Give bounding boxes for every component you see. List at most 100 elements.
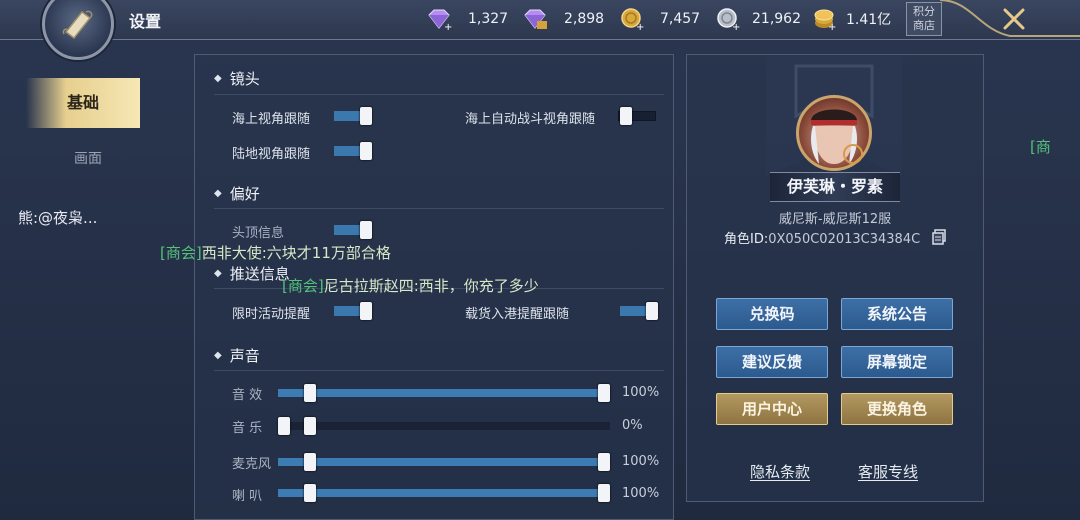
coin-stack-icon: + [814, 9, 836, 30]
sfx-slider[interactable] [278, 384, 610, 402]
section-sound: ◆ 声音 [214, 345, 260, 366]
server-name: 威尼斯-威尼斯12服 [778, 212, 892, 227]
section-title: 镜头 [229, 70, 260, 88]
svg-text:+: + [636, 22, 644, 30]
currency-silver-coin[interactable]: + 21,962 [716, 8, 801, 30]
silver-coin-icon: + [717, 8, 740, 30]
chat-message[interactable]: [商会]尼古拉斯赵四:西非，你充了多少 [282, 275, 539, 296]
sea-follow-label: 海上视角跟随 [232, 112, 311, 127]
chat-text: 西非大使:六块才11万部合格 [201, 244, 391, 262]
slider-fill [278, 389, 604, 397]
slider-fill [278, 458, 604, 466]
slider-track [278, 422, 610, 430]
close-button[interactable] [994, 4, 1034, 34]
music-percent: 0% [622, 418, 643, 433]
settings-emblem [42, 0, 114, 60]
limited-event-label: 限时活动提醒 [232, 307, 311, 322]
currency-coin-stack[interactable]: + 1.41亿 [812, 8, 891, 30]
tab-basic[interactable]: 基础 [26, 78, 140, 128]
speaker-percent: 100% [622, 486, 660, 501]
close-icon [1003, 8, 1025, 30]
diamond-bullet-icon: ◆ [214, 268, 222, 279]
user-center-button[interactable]: 用户中心 [716, 393, 828, 425]
land-follow-toggle[interactable] [334, 142, 372, 160]
speaker-label: 喇 叭 [232, 489, 263, 504]
role-id: 角色ID:0X050C02013C34384C [724, 228, 920, 247]
character-name: 伊芙琳・罗素 [770, 172, 900, 202]
points-shop-button[interactable]: 积分 商店 [906, 2, 942, 36]
section-title: 推送信息 [229, 265, 290, 283]
slider-min-knob [304, 453, 316, 471]
slider-knob[interactable] [598, 453, 610, 471]
support-hotline-link[interactable]: 客服专线 [858, 461, 918, 482]
guild-tag: [商会] [282, 277, 324, 295]
currency-value: 2,898 [564, 11, 605, 27]
currency-bound-diamond[interactable]: 2,898 [522, 8, 604, 30]
section-preference: ◆ 偏好 [214, 183, 260, 204]
currency-value: 1.41亿 [846, 12, 892, 28]
section-title: 声音 [229, 347, 260, 365]
head-info-toggle[interactable] [334, 221, 372, 239]
guild-tag: [商会] [160, 244, 202, 262]
limited-event-toggle[interactable] [334, 302, 372, 320]
toggle-knob [360, 107, 372, 125]
feedback-button[interactable]: 建议反馈 [716, 346, 828, 378]
privacy-link[interactable]: 隐私条款 [750, 461, 810, 482]
currency-gold-coin[interactable]: + 7,457 [620, 8, 700, 30]
copy-icon[interactable] [932, 229, 946, 245]
redeem-code-button[interactable]: 兑换码 [716, 298, 828, 330]
slider-min-knob [304, 484, 316, 502]
slider-fill [278, 489, 604, 497]
speaker-slider[interactable] [278, 484, 610, 502]
role-id-label: 角色ID: [724, 232, 769, 247]
slider-knob[interactable] [278, 417, 290, 435]
slider-knob[interactable] [598, 484, 610, 502]
svg-text:+: + [732, 22, 740, 30]
toggle-knob [360, 302, 372, 320]
chat-text: 尼古拉斯赵四:西非，你充了多少 [323, 277, 539, 295]
mic-label: 麦克风 [232, 457, 272, 472]
auto-battle-follow-label: 海上自动战斗视角跟随 [465, 112, 596, 127]
land-follow-label: 陆地视角跟随 [232, 147, 311, 162]
section-camera: ◆ 镜头 [214, 68, 260, 89]
sea-follow-toggle[interactable] [334, 107, 372, 125]
currency-value: 1,327 [468, 11, 509, 27]
character-portrait[interactable] [796, 95, 872, 171]
head-info-label: 头顶信息 [232, 226, 285, 241]
slider-min-knob [304, 384, 316, 402]
shop-label-line1: 积分 [913, 5, 935, 18]
mic-percent: 100% [622, 454, 660, 469]
character-avatar [811, 109, 863, 164]
system-notice-button[interactable]: 系统公告 [841, 298, 953, 330]
role-id-value: 0X050C02013C34384C [768, 232, 921, 247]
diamond-bullet-icon: ◆ [214, 188, 222, 199]
currency-value: 21,962 [752, 11, 801, 27]
sfx-label: 音 效 [232, 388, 263, 403]
mic-slider[interactable] [278, 453, 610, 471]
auto-battle-follow-toggle[interactable] [618, 107, 656, 125]
page-title: 设置 [129, 12, 162, 31]
slider-knob[interactable] [598, 384, 610, 402]
sfx-percent: 100% [622, 385, 660, 400]
svg-text:+: + [828, 22, 836, 30]
cargo-port-toggle[interactable] [620, 302, 658, 320]
chat-message[interactable]: [商会]西非大使:六块才11万部合格 [160, 242, 391, 263]
music-label: 音 乐 [232, 421, 263, 436]
currency-value: 7,457 [660, 11, 701, 27]
toggle-knob [360, 142, 372, 160]
screen-lock-button[interactable]: 屏幕锁定 [841, 346, 953, 378]
svg-text:+: + [444, 22, 452, 30]
scroll-icon [62, 10, 93, 40]
currency-purple-diamond[interactable]: + 1,327 [426, 8, 508, 30]
chat-message-left: 熊:@夜枭... [18, 209, 98, 227]
slider-min-knob [304, 417, 316, 435]
cargo-port-label: 载货入港提醒跟随 [465, 307, 570, 322]
music-slider[interactable] [278, 417, 610, 435]
section-push: ◆ 推送信息 [214, 263, 290, 284]
divider [214, 208, 664, 209]
chat-message-right: [商 [1030, 138, 1051, 156]
switch-character-button[interactable]: 更换角色 [841, 393, 953, 425]
section-title: 偏好 [229, 185, 260, 203]
tab-graphics[interactable]: 画面 [26, 148, 150, 168]
diamond-bullet-icon: ◆ [214, 350, 222, 361]
